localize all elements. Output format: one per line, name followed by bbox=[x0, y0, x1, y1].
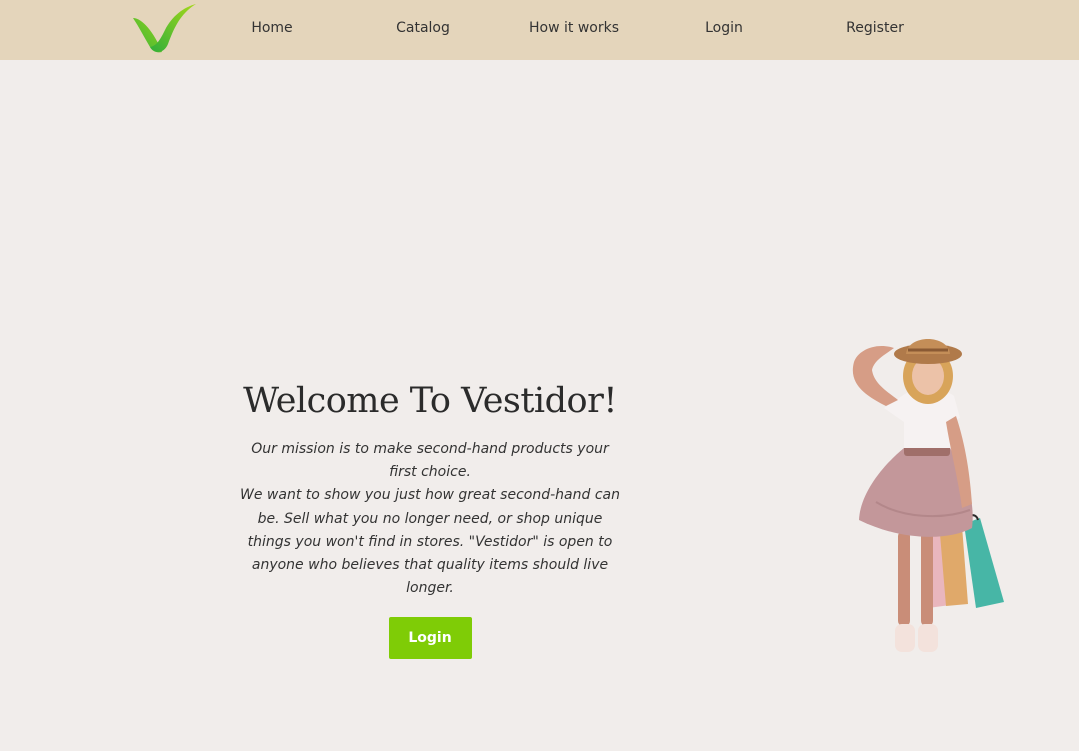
hero-description: Our mission is to make second-hand produ… bbox=[236, 438, 624, 600]
nav-register-link[interactable]: Register bbox=[846, 20, 904, 36]
hero-title: Welcome To Vestidor! bbox=[243, 381, 617, 421]
nav-how-it-works-link[interactable]: How it works bbox=[529, 20, 619, 36]
hero-pitch-text: We want to show you just how great secon… bbox=[240, 487, 620, 597]
nav-login-link[interactable]: Login bbox=[705, 20, 743, 36]
hero-section: Welcome To Vestidor! Our mission is to m… bbox=[236, 378, 624, 660]
hero-mission-text: Our mission is to make second-hand produ… bbox=[251, 441, 609, 481]
nav-catalog-link[interactable]: Catalog bbox=[396, 20, 450, 36]
girl-with-shopping-bags-illustration bbox=[852, 339, 1004, 652]
nav-home-link[interactable]: Home bbox=[251, 20, 292, 36]
hero-login-button[interactable]: Login bbox=[388, 617, 472, 660]
navbar: Home Catalog How it works Login Register bbox=[0, 0, 1079, 60]
vestidor-logo-icon[interactable] bbox=[132, 2, 198, 54]
